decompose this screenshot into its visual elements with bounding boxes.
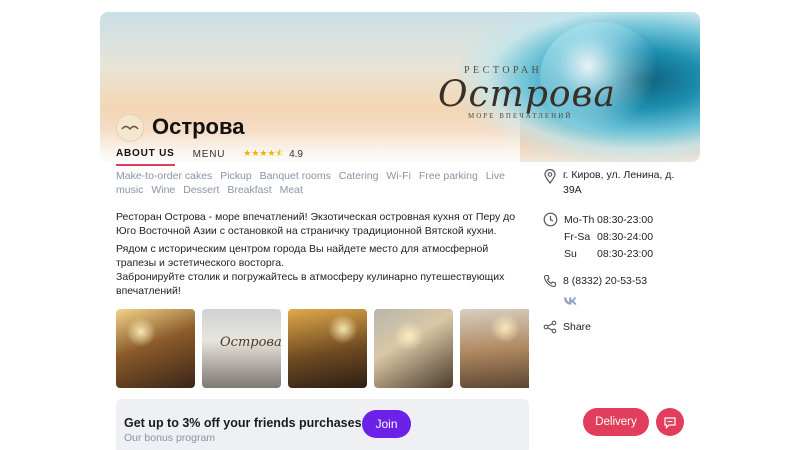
lamp-glow — [490, 313, 520, 343]
feature-tags: Make-to-order cakes Pickup Banquet rooms… — [116, 169, 536, 197]
tag[interactable]: Catering — [339, 170, 379, 182]
hours-row: Su 08:30-23:00 — [564, 245, 653, 262]
description-paragraph: Забронируйте столик и погружайтесь в атм… — [116, 271, 505, 297]
gallery-photo[interactable] — [116, 309, 195, 388]
vk-icon[interactable] — [563, 296, 579, 308]
restaurant-logo-icon — [116, 114, 144, 142]
hours-time: 08:30-23:00 — [597, 213, 654, 226]
hours-time: 08:30-24:00 — [597, 230, 654, 243]
description: Ресторан Острова - море впечатлений! Экз… — [116, 210, 526, 302]
lamp-glow — [126, 317, 156, 347]
share-icon[interactable] — [542, 319, 558, 335]
hours-day: Su — [564, 247, 577, 260]
bonus-program-card: Get up to 3% off your friends purchases … — [116, 399, 529, 450]
chat-icon — [664, 416, 676, 429]
rating-value: 4.9 — [289, 148, 303, 160]
rating: ★★★★⯪ 4.9 — [243, 146, 303, 167]
logo-sub-text: МОРЕ ВПЕЧАТЛЕНИЙ — [468, 112, 573, 120]
lamp-glow — [328, 314, 358, 344]
share-button[interactable]: Share — [563, 321, 591, 333]
seagull-icon — [121, 125, 139, 131]
delivery-button[interactable]: Delivery — [583, 408, 649, 436]
tag[interactable]: Dessert — [183, 184, 219, 196]
gallery-photo[interactable]: Острова — [202, 309, 281, 388]
map-pin-icon — [542, 168, 558, 184]
hours-time: 08:30-23:00 — [597, 247, 654, 260]
logo-main-text: Острова — [438, 74, 616, 115]
hours-row: Fr-Sa 08:30-24:00 — [564, 228, 653, 245]
tag[interactable]: Breakfast — [227, 184, 271, 196]
gallery-photo[interactable] — [460, 309, 529, 388]
tag[interactable]: Free parking — [419, 170, 478, 182]
gallery-photo[interactable] — [374, 309, 453, 388]
photo-logo-text: Острова — [220, 335, 281, 350]
opening-hours: Mo-Th 08:30-23:00 Fr-Sa 08:30-24:00 Su 08:3… — [564, 211, 653, 262]
tab-menu[interactable]: MENU — [193, 149, 226, 165]
tag[interactable]: Meat — [280, 184, 303, 196]
tag[interactable]: Wi-Fi — [386, 170, 411, 182]
tag[interactable]: Wine — [151, 184, 175, 196]
hours-row: Mo-Th 08:30-23:00 — [564, 211, 653, 228]
tag[interactable]: Pickup — [220, 170, 252, 182]
bonus-title: Get up to 3% off your friends purchases — [124, 416, 362, 430]
clock-icon — [542, 211, 558, 227]
restaurant-title: Острова — [152, 114, 245, 139]
bonus-subtitle: Our bonus program — [124, 432, 216, 444]
lamp-glow — [394, 321, 424, 351]
photo-gallery: Острова — [116, 309, 529, 389]
description-paragraph: Ресторан Острова - море впечатлений! Экз… — [116, 211, 516, 237]
join-button[interactable]: Join — [362, 410, 411, 438]
hours-day: Mo-Th — [564, 213, 595, 226]
hours-day: Fr-Sa — [564, 230, 591, 243]
rating-stars-icon: ★★★★⯪ — [243, 148, 285, 158]
tag[interactable]: Make-to-order cakes — [116, 170, 212, 182]
address-text: г. Киров, ул. Ленина, д. 39А — [563, 169, 675, 196]
tag[interactable]: Banquet rooms — [260, 170, 331, 182]
phone-icon — [542, 273, 558, 289]
tabs: ABOUT US MENU ★★★★⯪ 4.9 — [116, 146, 303, 167]
chat-button[interactable] — [656, 408, 684, 436]
tab-about-us[interactable]: ABOUT US — [116, 148, 175, 166]
restaurant-page: РЕСТОРАН Острова МОРЕ ВПЕЧАТЛЕНИЙ Остров… — [0, 0, 800, 450]
gallery-photo[interactable] — [288, 309, 367, 388]
phone-number[interactable]: 8 (8332) 20-53-53 — [563, 275, 647, 287]
description-paragraph: Рядом с историческим центром города Вы н… — [116, 243, 489, 269]
